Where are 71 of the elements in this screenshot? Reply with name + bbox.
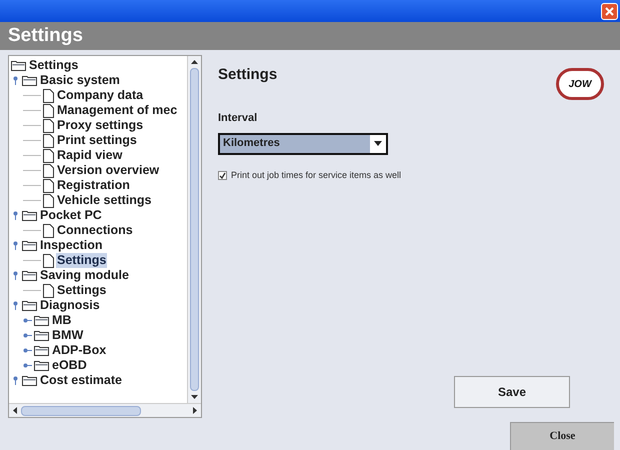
scroll-up-icon[interactable] [191, 60, 198, 64]
folder-icon [34, 360, 49, 371]
expand-handle-icon[interactable] [11, 211, 20, 220]
expand-handle-icon[interactable] [11, 376, 20, 385]
tree-item[interactable]: Vehicle settings [56, 193, 152, 208]
scroll-right-icon[interactable] [193, 407, 197, 414]
tree-item[interactable]: Connections [56, 223, 134, 238]
expand-handle-icon[interactable] [23, 361, 32, 370]
document-icon [43, 254, 54, 268]
panel-title: Settings [218, 65, 278, 85]
tree-item[interactable]: MB [51, 313, 72, 328]
horizontal-scrollbar[interactable] [9, 403, 201, 417]
expand-handle-icon[interactable] [23, 346, 32, 355]
tree-item[interactable]: Management of mec [56, 103, 178, 118]
folder-icon [22, 270, 37, 281]
document-icon [43, 178, 54, 192]
tree-item[interactable]: Rapid view [56, 148, 124, 163]
document-icon [43, 284, 54, 298]
tree-item[interactable]: eOBD [51, 358, 88, 373]
document-icon [43, 148, 54, 162]
expand-handle-icon[interactable] [11, 241, 20, 250]
document-icon [43, 104, 54, 118]
document-icon [43, 134, 54, 148]
interval-dropdown[interactable]: Kilometres [218, 132, 388, 154]
expand-handle-icon[interactable] [23, 331, 32, 340]
tree-item[interactable]: Basic system [39, 73, 121, 88]
tree-item[interactable]: Saving module [39, 268, 130, 283]
tree-item[interactable]: Settings [56, 253, 108, 268]
tree-item[interactable]: Inspection [39, 238, 104, 253]
tree-item[interactable]: Company data [56, 88, 144, 103]
tree-item[interactable]: Registration [56, 178, 131, 193]
logo: JOW [556, 68, 604, 100]
checkbox-label: Print out job times for service items as well [231, 168, 402, 182]
checkbox[interactable] [218, 170, 227, 180]
folder-icon [34, 315, 49, 326]
vertical-scrollbar[interactable] [187, 56, 201, 403]
interval-label: Interval [217, 111, 258, 126]
save-button[interactable]: Save [454, 376, 570, 408]
expand-handle-icon[interactable] [11, 301, 20, 310]
tree-item[interactable]: BMW [51, 328, 84, 343]
expand-handle-icon[interactable] [23, 316, 32, 325]
folder-icon [22, 375, 37, 386]
folder-icon [22, 300, 37, 311]
tree-item[interactable]: Version overview [56, 163, 160, 178]
close-icon[interactable] [601, 2, 618, 20]
tree-item[interactable]: ADP-Box [51, 343, 108, 358]
document-icon [43, 118, 54, 132]
expand-handle-icon[interactable] [11, 271, 20, 280]
folder-icon [34, 345, 49, 356]
tree-item[interactable]: Diagnosis [39, 298, 101, 313]
tree-item[interactable]: Settings [56, 283, 108, 298]
document-icon [43, 164, 54, 178]
document-icon [43, 194, 54, 208]
document-icon [43, 88, 54, 102]
scroll-left-icon[interactable] [13, 407, 17, 414]
tree-item[interactable]: Pocket PC [39, 208, 103, 223]
expand-handle-icon[interactable] [11, 76, 20, 85]
folder-icon [22, 240, 37, 251]
folder-icon [11, 60, 26, 71]
folder-icon [34, 330, 49, 341]
folder-icon [22, 75, 37, 86]
tree-item[interactable]: Settings [28, 58, 80, 73]
scroll-down-icon[interactable] [191, 395, 198, 399]
close-button[interactable]: Close [510, 422, 614, 450]
window-title: Settings [8, 24, 83, 48]
tree-item[interactable]: Proxy settings [56, 118, 144, 133]
caret-icon [374, 141, 382, 146]
tree-item[interactable]: Print settings [56, 133, 138, 148]
folder-icon [22, 210, 37, 221]
tree-item[interactable]: Cost estimate [39, 373, 123, 388]
document-icon [43, 224, 54, 238]
